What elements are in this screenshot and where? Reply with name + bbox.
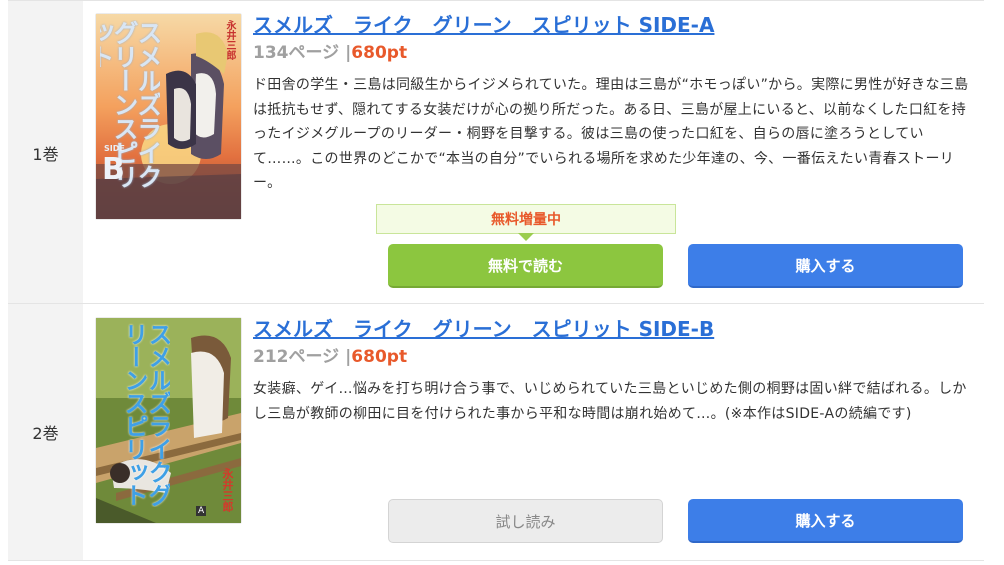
page-count: 134ページ — [253, 43, 340, 63]
cover-side-letter: B — [102, 152, 125, 187]
volume-info: スメルズ ライク グリーン スピリット SIDE-B 212ページ |680pt… — [253, 316, 972, 426]
free-read-button[interactable]: 無料で読む — [388, 244, 663, 288]
volume-content: スメルズライクグリーンスピリット 永井三郎 A スメルズ ライク グリーン スピ… — [83, 304, 984, 560]
volume-meta: 134ページ |680pt — [253, 42, 972, 64]
volume-row: 1巻 スメルズライクグリーンスピリット 永井三郎 SIDE B スメルズ ライク… — [8, 0, 984, 304]
cover-image[interactable]: スメルズライクグリーンスピリット 永井三郎 SIDE B — [96, 14, 241, 219]
volume-row: 2巻 スメルズライクグリーンスピリット 永井三郎 A スメルズ ライク グリーン… — [8, 303, 984, 561]
volume-title-link[interactable]: スメルズ ライク グリーン スピリット SIDE-A — [253, 12, 972, 38]
cover-author-text: 永井三郎 — [224, 20, 235, 60]
promo-badge: 無料増量中 — [376, 204, 676, 241]
volume-number: 1巻 — [8, 1, 83, 304]
price-points: 680pt — [351, 347, 408, 367]
trial-read-button[interactable]: 試し読み — [388, 499, 663, 543]
volume-list: 1巻 スメルズライクグリーンスピリット 永井三郎 SIDE B スメルズ ライク… — [8, 0, 984, 565]
cover-label-letter: A — [196, 506, 207, 516]
volume-number: 2巻 — [8, 304, 83, 560]
cover-author-text: 永井三郎 — [221, 468, 234, 512]
buy-button[interactable]: 購入する — [688, 244, 963, 288]
cover-image[interactable]: スメルズライクグリーンスピリット 永井三郎 A — [96, 318, 241, 523]
cover-title-text: スメルズライクグリーンスピリット — [120, 322, 170, 506]
volume-description: 女装癖、ゲイ…悩みを打ち明け合う事で、いじめられていた三島といじめた側の桐野は固… — [253, 381, 967, 422]
volume-info: スメルズ ライク グリーン スピリット SIDE-A 134ページ |680pt… — [253, 12, 972, 196]
volume-title-link[interactable]: スメルズ ライク グリーン スピリット SIDE-B — [253, 316, 972, 342]
volume-meta: 212ページ |680pt — [253, 346, 972, 368]
price-points: 680pt — [351, 43, 408, 63]
page-count: 212ページ — [253, 347, 340, 367]
buy-button[interactable]: 購入する — [688, 499, 963, 543]
volume-content: スメルズライクグリーンスピリット 永井三郎 SIDE B スメルズ ライク グリ… — [83, 1, 984, 304]
volume-description: ド田舎の学生・三島は同級生からイジメられていた。理由は三島が“ホモっぽい”から。… — [253, 77, 969, 191]
